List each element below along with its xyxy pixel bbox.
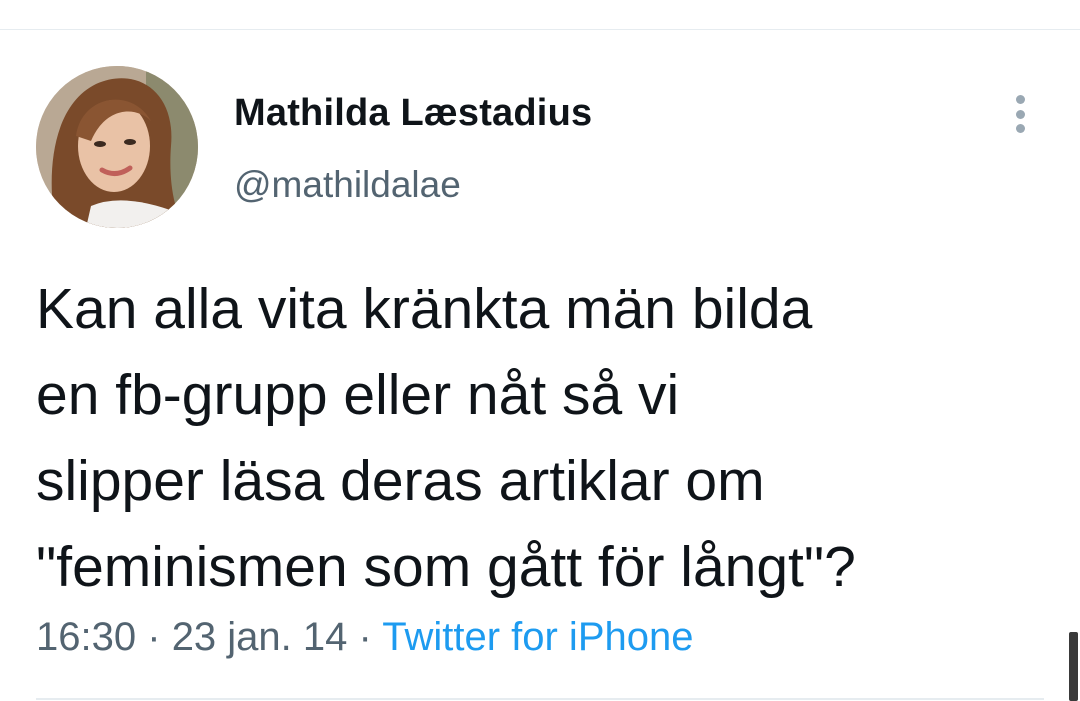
- vertical-ellipsis-icon: [1015, 124, 1025, 133]
- meta-separator: ·: [358, 615, 372, 659]
- author-handle[interactable]: @mathildalae: [234, 164, 461, 206]
- tweet-time[interactable]: 16:30: [36, 615, 136, 659]
- scrollbar-thumb[interactable]: [1069, 632, 1078, 701]
- tweet-text: Kan alla vita kränkta män bilda en fb-gr…: [36, 266, 1046, 610]
- tweet-text-line: Kan alla vita kränkta män bilda: [36, 277, 813, 341]
- tweet-metadata: 16:30 · 23 jan. 14 · Twitter for iPhone: [36, 615, 693, 660]
- tweet-date[interactable]: 23 jan. 14: [172, 615, 348, 659]
- tweet-text-line: slipper läsa deras artiklar om: [36, 449, 765, 513]
- vertical-ellipsis-icon: [1015, 95, 1025, 104]
- tweet-text-line: en fb-grupp eller nåt så vi: [36, 363, 680, 427]
- profile-photo-icon: [36, 66, 198, 228]
- more-options-button[interactable]: [1004, 92, 1036, 136]
- meta-separator: ·: [147, 615, 161, 659]
- tweet-text-line: "feminismen som gått för långt"?: [36, 535, 856, 599]
- top-divider: [0, 29, 1080, 30]
- tweet-source-link[interactable]: Twitter for iPhone: [382, 615, 693, 659]
- bottom-divider: [36, 698, 1044, 700]
- vertical-ellipsis-icon: [1015, 109, 1025, 119]
- author-display-name[interactable]: Mathilda Læstadius: [234, 92, 592, 135]
- avatar[interactable]: [36, 66, 198, 228]
